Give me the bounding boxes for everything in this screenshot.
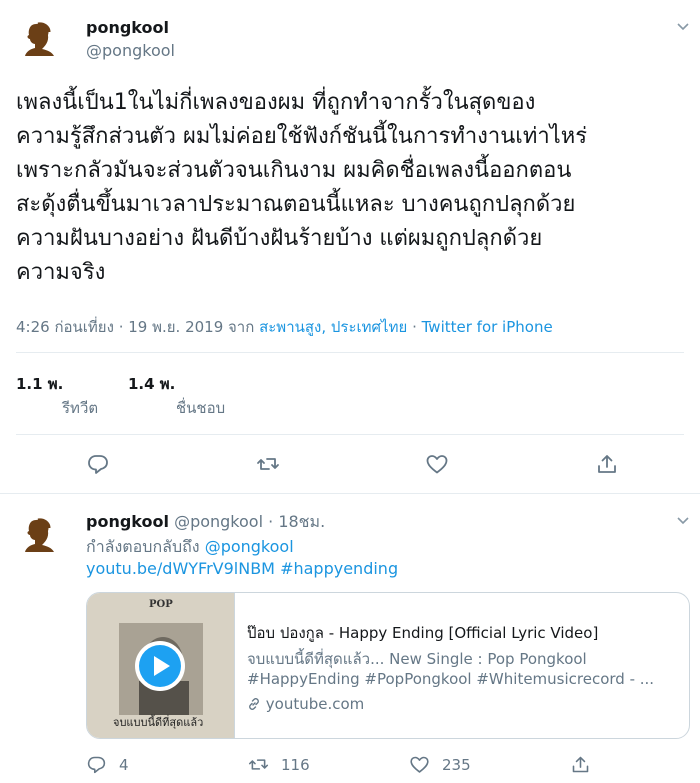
retweets-count: 1.1 พ. (16, 375, 64, 393)
chevron-down-icon[interactable] (676, 512, 690, 531)
tweet-line: ความรู้สึกส่วนตัว ผมไม่ค่อยใช้ฟังก์ชันนี… (16, 124, 588, 149)
share-icon (598, 455, 616, 473)
share-button[interactable] (595, 452, 619, 476)
tweet-time[interactable]: 18ชม. (278, 512, 325, 531)
thumb-top-text: POP (149, 599, 173, 610)
divider (16, 434, 684, 435)
youtube-link[interactable]: youtu.be/dWYFrV9lNBM (86, 559, 275, 578)
retweet-icon (248, 759, 269, 770)
retweet-button[interactable] (256, 452, 280, 476)
link-icon (247, 697, 261, 715)
card-thumbnail[interactable]: POP จบแบบนี้ดีที่สุดแล้ว (87, 593, 234, 738)
reply-button[interactable] (86, 754, 107, 775)
separator: · (412, 318, 417, 336)
like-icon (426, 455, 448, 474)
replying-to: กำลังตอบกลับถึง @pongkool (86, 535, 294, 560)
section-separator (0, 493, 700, 494)
like-button[interactable] (425, 452, 449, 476)
user-handle[interactable]: @pongkool (86, 41, 175, 60)
play-icon (154, 656, 170, 676)
reply-icon (87, 756, 106, 774)
tweet-line: ความฝันบางอย่าง ฝันดีบ้างฝันร้ายบ้าง แต่… (16, 226, 543, 251)
like-count: 235 (442, 756, 471, 774)
avatar[interactable] (16, 508, 66, 558)
thumb-caption: จบแบบนี้ดีที่สุดแล้ว (113, 716, 204, 729)
source-link[interactable]: Twitter for iPhone (422, 318, 553, 336)
tweet-line: เพลงนี้เป็น1ในไม่กี่เพลงของผม ที่ถูกทำจา… (16, 90, 536, 115)
avatar[interactable] (16, 12, 66, 62)
like-button[interactable] (409, 754, 430, 775)
retweet-count: 116 (281, 756, 310, 774)
separator: · (268, 512, 274, 531)
timestamp[interactable]: 4:26 ก่อนเที่ยง · 19 พ.ย. 2019 จาก (16, 318, 254, 336)
share-button[interactable] (570, 754, 591, 775)
tweet-line: สะดุ้งตื่นขึ้นมาเวลาประมาณตอนนี้แหละ บาง… (16, 192, 576, 217)
card-description: จบแบบนี้ดีที่สุดแล้ว... New Single : Pop… (247, 650, 587, 668)
reply-text: youtu.be/dWYFrV9lNBM #happyending (86, 559, 398, 578)
card-domain-text: youtube.com (265, 695, 365, 713)
card-description: #HappyEnding #PopPongkool #Whitemusicrec… (247, 670, 655, 688)
tweet-line: เพราะกลัวมันจะส่วนตัวจนเกินงาม ผมคิดชื่อ… (16, 158, 572, 183)
tweet-line: ความจริง (16, 260, 106, 285)
likes-stat[interactable]: 1.4 พ. (128, 372, 175, 396)
tweet-meta: 4:26 ก่อนเที่ยง · 19 พ.ย. 2019 จาก สะพาน… (16, 315, 553, 339)
reply-header: pongkool @pongkool · 18ชม. (86, 510, 325, 535)
user-handle[interactable]: @pongkool (174, 512, 263, 531)
likes-count: 1.4 พ. (128, 375, 176, 393)
retweets-label[interactable]: รีทวีต (62, 396, 98, 420)
display-name[interactable]: pongkool (86, 18, 169, 37)
chevron-down-icon[interactable] (676, 18, 690, 37)
replying-to-handle[interactable]: @pongkool (205, 537, 294, 556)
play-button[interactable] (135, 641, 185, 691)
silhouette-avatar-icon (25, 518, 54, 552)
hashtag-link[interactable]: #happyending (280, 559, 398, 578)
silhouette-avatar-icon (25, 22, 54, 56)
card-title[interactable]: ป๊อบ ปองกูล - Happy Ending [Official Lyr… (247, 621, 598, 645)
retweet-button[interactable] (248, 754, 269, 775)
display-name[interactable]: pongkool (86, 512, 169, 531)
replying-prefix: กำลังตอบกลับถึง (86, 537, 200, 556)
tweet-text: เพลงนี้เป็น1ในไม่กี่เพลงของผม ที่ถูกทำจา… (16, 86, 587, 290)
retweets-stat[interactable]: 1.1 พ. (16, 372, 63, 396)
likes-label[interactable]: ชื่นชอบ (176, 396, 225, 420)
link-card[interactable]: POP จบแบบนี้ดีที่สุดแล้ว ป๊อบ ปองกูล - H… (86, 592, 690, 739)
like-icon (410, 756, 429, 773)
location-link[interactable]: สะพานสูง, ประเทศไทย (259, 318, 407, 336)
divider (16, 352, 684, 353)
card-divider (234, 593, 235, 738)
reply-count: 4 (119, 756, 129, 774)
reply-icon (88, 455, 108, 474)
retweet-icon (257, 458, 279, 470)
share-icon (572, 756, 589, 773)
card-domain: youtube.com (247, 695, 364, 715)
reply-button[interactable] (86, 452, 110, 476)
